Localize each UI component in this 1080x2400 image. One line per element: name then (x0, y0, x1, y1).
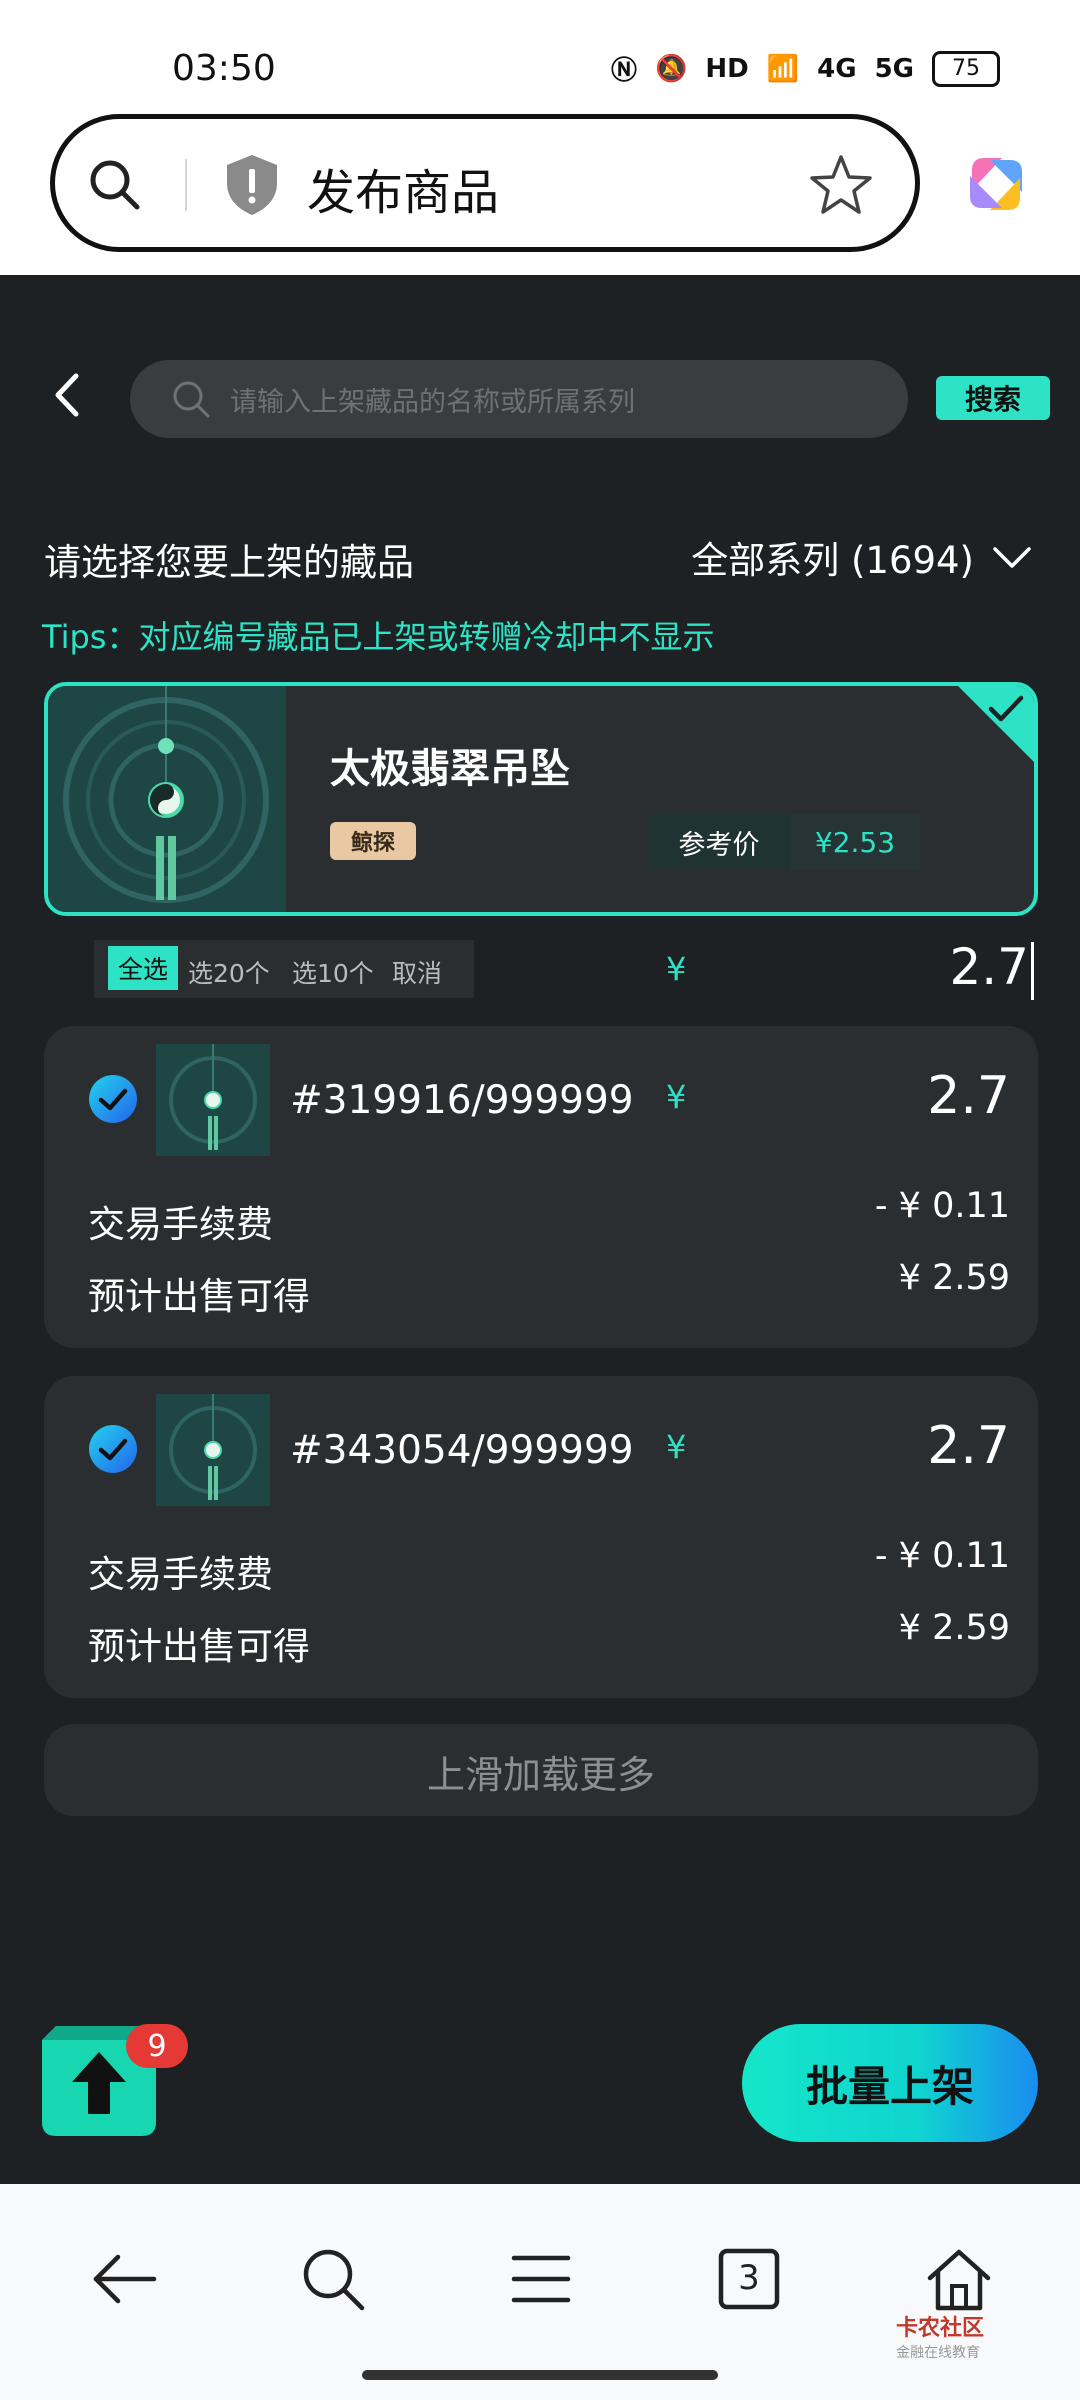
select-all-button[interactable]: 全选 (108, 946, 178, 990)
menu-icon[interactable] (506, 2244, 576, 2318)
cancel-button[interactable]: 取消 (392, 954, 442, 990)
chevron-down-icon (992, 536, 1032, 579)
select-10-button[interactable]: 选10个 (292, 954, 374, 990)
battery-icon: 75 (932, 50, 1000, 87)
series-dropdown[interactable]: 全部系列 (1694) (691, 530, 1032, 584)
select-20-button[interactable]: 选20个 (188, 954, 270, 990)
yen-symbol: ¥ (666, 950, 687, 988)
net-value: ¥ 2.59 (898, 1608, 1010, 1648)
yen-symbol: ¥ (666, 1078, 687, 1116)
status-icons: Ⓝ 🔕 HD 📶 4G 5G 75 (611, 50, 1000, 87)
search-icon[interactable] (298, 2244, 368, 2318)
fee-label: 交易手续费 (88, 1553, 273, 1596)
item-thumbnail (156, 1044, 270, 1156)
notification-badge: 9 (126, 2024, 188, 2068)
search-icon (170, 378, 212, 424)
item-card[interactable]: #343054/999999 ¥ 2.7 交易手续费 - ¥ 0.11 预计出售… (44, 1376, 1038, 1698)
watermark: 卡农社区 金融在线教育 (896, 2310, 984, 2362)
url-title[interactable]: 发布商品 (307, 153, 499, 223)
hd-icon: HD (705, 53, 749, 84)
signal-5g-icon: 5G (874, 53, 914, 84)
shield-warning-icon[interactable] (223, 153, 281, 221)
item-thumbnail (156, 1394, 270, 1506)
nfc-icon: Ⓝ (611, 56, 638, 86)
bottom-nav: 3 (0, 2184, 1080, 2400)
app-logo-icon[interactable] (962, 150, 1030, 222)
net-label: 预计出售可得 (88, 1275, 310, 1318)
bulk-price-value: 2.7 (949, 938, 1029, 996)
yen-symbol: ¥ (666, 1428, 687, 1466)
select-strip: 全选 选20个 选10个 取消 (94, 940, 474, 998)
net-label: 预计出售可得 (88, 1625, 310, 1668)
url-divider (185, 159, 187, 211)
home-icon[interactable] (924, 2244, 994, 2318)
select-title: 请选择您要上架的藏品 (44, 541, 414, 584)
brand-badge: 鲸探 (330, 822, 416, 860)
search-icon[interactable] (85, 155, 145, 219)
back-button[interactable] (44, 370, 94, 420)
reference-price: 参考价 ¥2.53 (648, 814, 920, 870)
checked-circle-icon[interactable] (88, 1424, 138, 1478)
product-card[interactable]: 太极翡翠吊坠 鲸探 参考价 ¥2.53 (44, 682, 1038, 916)
tabs-button[interactable]: 3 (714, 2244, 784, 2314)
tips-text: Tips：对应编号藏品已上架或转赠冷却中不显示 (42, 618, 715, 656)
signal-4g-icon: 4G (817, 53, 857, 84)
search-button[interactable]: 搜索 (936, 376, 1050, 420)
mute-icon: 🔕 (655, 53, 688, 84)
home-indicator (362, 2370, 718, 2380)
load-more-text: 上滑加载更多 (426, 1753, 655, 1797)
back-arrow-icon[interactable] (90, 2244, 160, 2318)
ref-price-value: ¥2.53 (790, 814, 920, 870)
load-more[interactable]: 上滑加载更多 (44, 1724, 1038, 1816)
status-time: 03:50 (172, 48, 276, 89)
search-placeholder: 请输入上架藏品的名称或所属系列 (230, 387, 635, 418)
star-icon[interactable] (809, 153, 873, 221)
bulk-price-input[interactable]: 2.7 (949, 938, 1034, 1000)
watermark-name: 卡农社区 (896, 2316, 985, 2341)
ref-price-label: 参考价 (648, 814, 790, 870)
item-price-input[interactable]: 2.7 (927, 1416, 1010, 1476)
product-thumbnail (48, 686, 286, 912)
item-card[interactable]: #319916/999999 ¥ 2.7 交易手续费 - ¥ 0.11 预计出售… (44, 1026, 1038, 1348)
batch-list-button[interactable]: 批量上架 (742, 2024, 1038, 2142)
watermark-sub: 金融在线教育 (896, 2345, 980, 2361)
checked-circle-icon[interactable] (88, 1074, 138, 1128)
search-input[interactable]: 请输入上架藏品的名称或所属系列 (130, 360, 908, 438)
fee-label: 交易手续费 (88, 1203, 273, 1246)
text-caret (1031, 941, 1034, 1000)
check-icon (988, 694, 1024, 728)
tabs-count: 3 (738, 2258, 760, 2298)
series-label: 全部系列 (1694) (691, 539, 974, 582)
item-number: #343054/999999 (290, 1428, 634, 1473)
url-bar[interactable]: 发布商品 (50, 114, 920, 252)
product-name: 太极翡翠吊坠 (330, 746, 570, 792)
fee-value: - ¥ 0.11 (874, 1186, 1010, 1226)
item-price-input[interactable]: 2.7 (927, 1066, 1010, 1126)
fee-value: - ¥ 0.11 (874, 1536, 1010, 1576)
item-number: #319916/999999 (290, 1078, 634, 1123)
wifi-icon: 📶 (766, 53, 800, 84)
net-value: ¥ 2.59 (898, 1258, 1010, 1298)
